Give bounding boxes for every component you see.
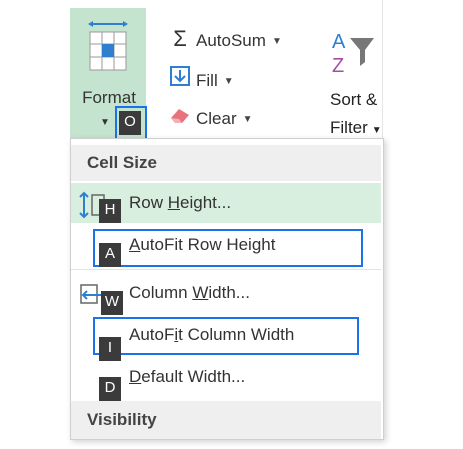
format-dropdown-menu: Cell Size Row Height... AutoFit Row Heig… [70, 138, 384, 440]
eraser-icon [168, 106, 192, 129]
fill-down-arrow-icon [168, 66, 192, 91]
clear-button[interactable]: Clear ▼ [168, 106, 253, 129]
menu-item-label: Row Height... [129, 193, 232, 212]
format-label: Format [82, 88, 136, 107]
keytip-h: H [99, 199, 121, 223]
keytip-o: O [119, 111, 141, 135]
chevron-down-icon[interactable]: ▼ [272, 36, 282, 47]
chevron-down-icon: ▼ [100, 117, 110, 128]
keytip-d: D [99, 377, 121, 401]
chevron-down-icon[interactable]: ▼ [243, 114, 253, 125]
fill-button[interactable]: Fill ▼ [168, 66, 234, 91]
sort-filter-label-text: Filter [330, 118, 368, 137]
clear-label: Clear [196, 109, 237, 128]
menu-section-header-visibility: Visibility [71, 401, 381, 439]
svg-text:Z: Z [332, 55, 344, 76]
menu-item-label: Column Width... [129, 283, 250, 302]
menu-item-label: Default Width... [129, 367, 246, 386]
selection-outline [93, 317, 359, 355]
fill-label: Fill [196, 71, 218, 90]
chevron-down-icon: ▼ [371, 125, 382, 136]
svg-text:A: A [332, 31, 346, 53]
keytip-i: I [99, 337, 121, 361]
autosum-label: AutoSum [196, 31, 266, 50]
keytip-a: A [99, 243, 121, 267]
keytip-w: W [101, 291, 123, 315]
selection-outline [93, 229, 363, 267]
sort-az-funnel-icon: A Z [332, 31, 374, 76]
sort-filter-label-line1[interactable]: Sort & [330, 90, 377, 110]
menu-section-header-cell-size: Cell Size [71, 145, 381, 181]
sort-filter-label-line2[interactable]: Filter ▼ [330, 118, 382, 138]
format-grid-icon [88, 21, 128, 71]
chevron-down-icon[interactable]: ▼ [224, 76, 234, 87]
autosum-button[interactable]: Σ AutoSum ▼ [168, 26, 282, 52]
sigma-icon: Σ [173, 26, 187, 51]
menu-divider [71, 269, 381, 270]
